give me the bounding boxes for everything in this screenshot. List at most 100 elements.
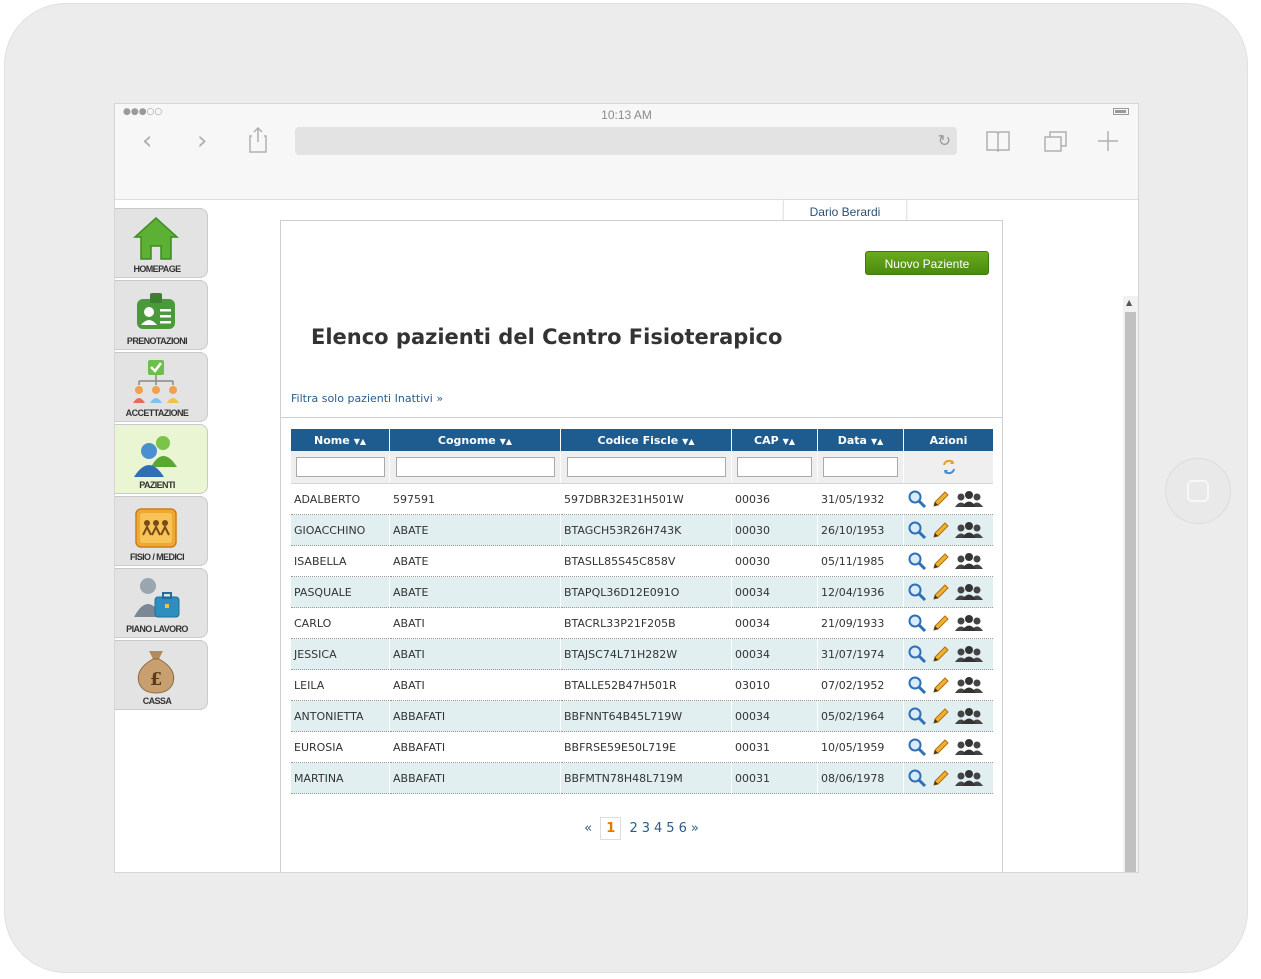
edit-pencil-icon[interactable] — [931, 737, 951, 757]
column-header-label: Cognome — [437, 433, 496, 447]
reload-icon[interactable]: ↻ — [938, 131, 951, 150]
patients-icon — [134, 436, 177, 477]
group-users-icon[interactable] — [954, 613, 984, 633]
column-header-label: Nome — [314, 433, 350, 447]
edit-pencil-icon[interactable] — [931, 520, 951, 540]
edit-pencil-icon[interactable] — [931, 768, 951, 788]
sidebar-item-cassa[interactable]: £ CASSA — [115, 640, 208, 710]
filter-inactive-link[interactable]: Filtra solo pazienti Inattivi » — [291, 392, 443, 405]
pager-prev[interactable]: « — [584, 821, 592, 836]
vertical-scrollbar[interactable]: ▲ ▼ — [1123, 296, 1138, 872]
column-header-azioni: Azioni — [903, 429, 993, 451]
group-users-icon[interactable] — [954, 706, 984, 726]
table-row: MARTINA ABBAFATI BBFMTN78H48L719M 00031 08/0… — [291, 762, 993, 794]
sidebar-item-pazienti[interactable]: PAZIENTI — [115, 424, 208, 494]
filter-nome-input[interactable] — [295, 457, 385, 477]
view-magnifier-icon[interactable] — [907, 520, 927, 540]
sort-arrows-icon[interactable]: ▼▲ — [783, 437, 795, 446]
bookmarks-icon[interactable] — [985, 130, 1011, 152]
table-row: ISABELLA ABATE BTASLL85S45C858V 00030 05/11/… — [291, 545, 993, 577]
new-patient-button[interactable]: Nuovo Paziente — [865, 251, 989, 275]
edit-pencil-icon[interactable] — [931, 613, 951, 633]
scroll-up-icon[interactable]: ▲ — [1126, 298, 1132, 307]
column-header-data[interactable]: Data ▼▲ — [817, 429, 904, 451]
group-users-icon[interactable] — [954, 582, 984, 602]
sidebar-item-accettazione[interactable]: ACCETTAZIONE — [115, 352, 208, 422]
column-header-label: Data — [837, 433, 867, 447]
cell-cognome: ABATI — [389, 607, 561, 639]
sort-arrows-icon[interactable]: ▼▲ — [500, 437, 512, 446]
url-bar[interactable]: ↻ — [295, 127, 957, 155]
group-users-icon[interactable] — [954, 489, 984, 509]
column-header-nome[interactable]: Nome ▼▲ — [291, 429, 390, 451]
page-title: Elenco pazienti del Centro Fisioterapico — [311, 325, 783, 349]
cell-codice-fiscale: BTACRL33P21F205B — [560, 607, 732, 639]
column-header-label: Azioni — [929, 433, 968, 447]
view-magnifier-icon[interactable] — [907, 706, 927, 726]
share-icon[interactable] — [248, 126, 268, 154]
cell-nome: EUROSIA — [291, 731, 390, 763]
home-hardware-button[interactable] — [1165, 458, 1231, 524]
pager-next[interactable]: » — [691, 821, 699, 836]
pager-page-link[interactable]: 2 — [629, 821, 637, 836]
column-header-cognome[interactable]: Cognome ▼▲ — [389, 429, 561, 451]
sidebar-item-fisio-medici[interactable]: FISIO / MEDICI — [115, 496, 208, 566]
pager-page-link[interactable]: 3 — [642, 821, 650, 836]
filter-cognome-input[interactable] — [395, 457, 555, 477]
view-magnifier-icon[interactable] — [907, 613, 927, 633]
money-bag-icon: £ — [137, 651, 175, 694]
filter-cap-input[interactable] — [737, 457, 812, 477]
group-users-icon[interactable] — [954, 551, 984, 571]
sort-arrows-icon[interactable]: ▼▲ — [871, 437, 883, 446]
cell-azioni — [903, 762, 993, 794]
cell-azioni — [903, 607, 993, 639]
column-header-cap[interactable]: CAP ▼▲ — [731, 429, 818, 451]
group-users-icon[interactable] — [954, 520, 984, 540]
sort-arrows-icon[interactable]: ▼▲ — [682, 437, 694, 446]
cell-data: 10/05/1959 — [817, 731, 904, 763]
cell-data: 05/11/1985 — [817, 545, 904, 577]
cell-cognome: ABBAFATI — [389, 731, 561, 763]
cell-cognome: ABATE — [389, 576, 561, 608]
pager-page-link[interactable]: 4 — [654, 821, 662, 836]
cell-data: 07/02/1952 — [817, 669, 904, 701]
view-magnifier-icon[interactable] — [907, 582, 927, 602]
pager-page-link[interactable]: 5 — [666, 821, 674, 836]
view-magnifier-icon[interactable] — [907, 737, 927, 757]
sort-arrows-icon[interactable]: ▼▲ — [354, 437, 366, 446]
filter-data-input[interactable] — [823, 457, 898, 477]
edit-pencil-icon[interactable] — [931, 644, 951, 664]
edit-pencil-icon[interactable] — [931, 551, 951, 571]
sidebar-item-piano-lavoro[interactable]: PIANO LAVORO — [115, 568, 208, 638]
group-users-icon[interactable] — [954, 768, 984, 788]
view-magnifier-icon[interactable] — [907, 489, 927, 509]
group-users-icon[interactable] — [954, 675, 984, 695]
view-magnifier-icon[interactable] — [907, 768, 927, 788]
edit-pencil-icon[interactable] — [931, 675, 951, 695]
cell-cap: 00030 — [731, 514, 818, 546]
reset-filter-icon[interactable] — [941, 459, 957, 475]
pager-page-link[interactable]: 6 — [679, 821, 687, 836]
edit-pencil-icon[interactable] — [931, 582, 951, 602]
group-users-icon[interactable] — [954, 644, 984, 664]
view-magnifier-icon[interactable] — [907, 675, 927, 695]
filter-codice-fiscale-input[interactable] — [566, 457, 726, 477]
edit-pencil-icon[interactable] — [931, 489, 951, 509]
cell-codice-fiscale: BTASLL85S45C858V — [560, 545, 732, 577]
new-tab-icon[interactable] — [1097, 130, 1119, 152]
view-magnifier-icon[interactable] — [907, 644, 927, 664]
pager-current-page[interactable]: 1 — [600, 817, 622, 840]
edit-pencil-icon[interactable] — [931, 706, 951, 726]
vertical-scroll-thumb[interactable] — [1125, 312, 1136, 872]
content-panel: Nuovo Paziente Elenco pazienti del Centr… — [280, 220, 1003, 872]
view-magnifier-icon[interactable] — [907, 551, 927, 571]
browser-screen: ●●●○○ 10:13 AM ‹ › ↻ HOMEPAGE PRENOTAZIO… — [114, 103, 1139, 873]
group-users-icon[interactable] — [954, 737, 984, 757]
sidebar-item-label: PAZIENTI — [139, 480, 175, 490]
tabs-icon[interactable] — [1043, 129, 1069, 153]
forward-arrow-icon[interactable]: › — [197, 128, 207, 154]
back-arrow-icon[interactable]: ‹ — [142, 128, 152, 154]
sidebar-item-prenotazioni[interactable]: PRENOTAZIONI — [115, 280, 208, 350]
column-header-codice-fiscale[interactable]: Codice Fiscle ▼▲ — [560, 429, 732, 451]
sidebar-item-homepage[interactable]: HOMEPAGE — [115, 208, 208, 278]
